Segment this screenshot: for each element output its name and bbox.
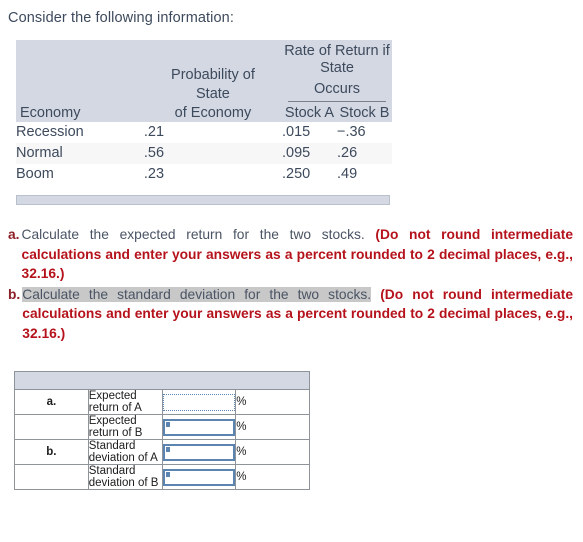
question-marker-a: a. [8, 227, 20, 242]
header-rate-of-return-line2: Occurs [314, 81, 360, 97]
text-caret-icon [165, 421, 170, 427]
cell-probability: .56 [143, 143, 282, 164]
rate-of-return-underline [288, 101, 386, 102]
text-caret-icon [165, 446, 170, 452]
answer-label: Standard deviation of B [87, 464, 163, 490]
answer-label: Expected return of A [87, 389, 163, 415]
answer-unit: % [235, 439, 310, 465]
question-body-b: Calculate the standard deviation for the… [22, 285, 573, 344]
cell-economy: Recession [16, 122, 144, 143]
cell-stock-a: .015 [282, 122, 337, 143]
questions-container: a. Calculate the expected return for the… [8, 225, 573, 343]
question-body-a: Calculate the expected return for the tw… [22, 225, 573, 284]
information-table: Probability of State Rate of Return if S… [16, 40, 392, 185]
header-probability-line1: Probability of [171, 67, 255, 83]
cell-probability: .21 [143, 122, 282, 143]
information-table-header: Probability of State Rate of Return if S… [16, 40, 392, 122]
page-intro-text: Consider the following information: [8, 10, 234, 26]
question-marker-b: b. [8, 286, 21, 302]
answer-row: a. Expected return of A % [14, 389, 310, 415]
header-spacer-economy [16, 40, 144, 105]
cell-stock-b: .49 [336, 164, 392, 185]
expected-return-b-input[interactable] [162, 418, 236, 436]
standard-deviation-a-field-cell[interactable] [161, 439, 237, 465]
expected-return-a-field-cell[interactable] [161, 389, 237, 415]
answer-table-header-strip [14, 371, 310, 390]
table-row: Normal .56 .095 .26 [16, 143, 392, 164]
answer-label: Standard deviation of A [87, 439, 163, 465]
cell-stock-b: .26 [336, 143, 392, 164]
header-economy: Economy [16, 105, 144, 122]
answer-table-body: a. Expected return of A % Expected retur… [14, 371, 310, 490]
header-probability-line3: of Economy [143, 105, 282, 122]
header-rate-of-return-block: Rate of Return if State Occurs [282, 40, 392, 105]
answer-table: a. Expected return of A % Expected retur… [14, 371, 310, 490]
table-row: Recession .21 .015 −.36 [16, 122, 392, 143]
answer-header-cell [14, 371, 310, 390]
expected-return-a-input[interactable] [162, 393, 236, 411]
question-prompt-a: Calculate the expected return for the tw… [21, 227, 365, 242]
header-stock-a: Stock A [282, 105, 337, 122]
text-caret-icon [165, 471, 170, 477]
table-footer-bar [16, 195, 390, 205]
question-item-b: b. Calculate the standard deviation for … [8, 285, 573, 344]
cell-economy: Normal [16, 143, 144, 164]
cell-stock-a: .095 [282, 143, 337, 164]
expected-return-b-field-cell[interactable] [161, 414, 237, 440]
table-header-row-2: Economy of Economy Stock A Stock B [16, 105, 392, 122]
answer-row: b. Standard deviation of A % [14, 439, 310, 465]
standard-deviation-b-field-cell[interactable] [161, 464, 237, 490]
answer-marker: b. [14, 439, 89, 465]
answer-unit: % [235, 414, 310, 440]
cell-probability: .23 [143, 164, 282, 185]
answer-unit: % [235, 389, 310, 415]
table-row: Boom .23 .250 .49 [16, 164, 392, 185]
question-item-a: a. Calculate the expected return for the… [8, 225, 573, 284]
header-probability-line2: State [196, 86, 230, 102]
header-probability-block: Probability of State [143, 40, 282, 105]
cell-stock-b: −.36 [336, 122, 392, 143]
answer-marker: a. [14, 389, 89, 415]
header-stock-b: Stock B [336, 105, 392, 122]
information-table-container: Probability of State Rate of Return if S… [16, 40, 392, 185]
answer-unit: % [235, 464, 310, 490]
cell-stock-a: .250 [282, 164, 337, 185]
header-rate-of-return-line1: Rate of Return if State [284, 43, 390, 76]
standard-deviation-a-input[interactable] [162, 443, 236, 461]
table-header-row-1: Probability of State Rate of Return if S… [16, 40, 392, 105]
answer-marker [14, 464, 89, 490]
information-table-body: Recession .21 .015 −.36 Normal .56 .095 … [16, 122, 392, 185]
answer-label: Expected return of B [87, 414, 163, 440]
cell-economy: Boom [16, 164, 144, 185]
answer-marker [14, 414, 89, 440]
answer-table-container: a. Expected return of A % Expected retur… [14, 371, 310, 490]
answer-row: Standard deviation of B % [14, 464, 310, 490]
standard-deviation-b-input[interactable] [162, 468, 236, 486]
answer-row: Expected return of B % [14, 414, 310, 440]
question-prompt-b: Calculate the standard deviation for the… [22, 286, 372, 302]
